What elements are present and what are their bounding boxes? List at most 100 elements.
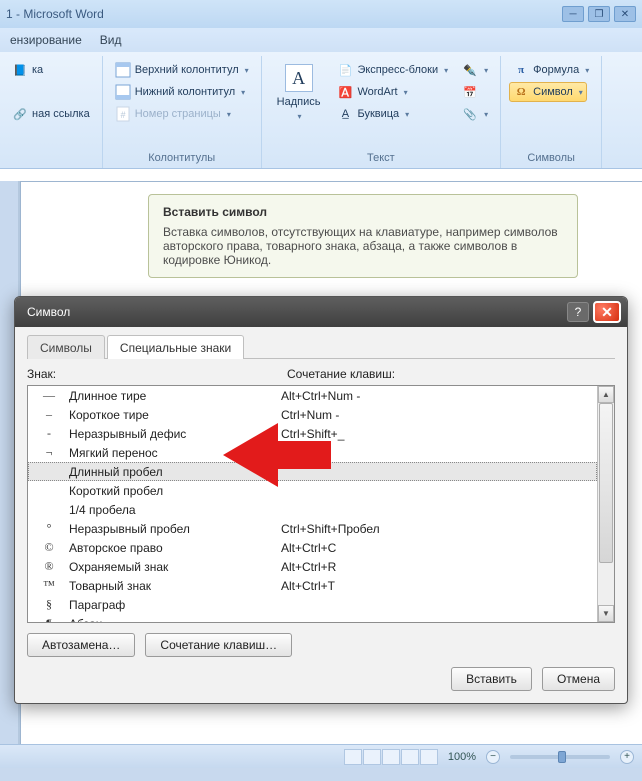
view-web-layout[interactable] [382, 749, 400, 765]
row-shortcut: Alt+Ctrl+R [281, 560, 596, 574]
list-row[interactable]: §Параграф [28, 595, 597, 614]
row-symbol: ° [29, 521, 69, 536]
scroll-up-button[interactable]: ▲ [598, 386, 614, 403]
row-shortcut: Alt+Ctrl+Num - [281, 389, 596, 403]
row-symbol: § [29, 597, 69, 612]
window-titlebar: 1 - Microsoft Word ─ ❐ ✕ [0, 0, 642, 28]
dialog-help-button[interactable]: ? [567, 302, 589, 322]
tab-special-chars[interactable]: Специальные знаки [107, 335, 244, 359]
ribbon-btn-textbox[interactable]: A Надпись ▾ [270, 60, 328, 125]
chevron-down-icon: ▾ [484, 110, 488, 119]
ribbon-tab-review[interactable]: ензирование [10, 33, 82, 47]
autocorrect-button[interactable]: Автозамена… [27, 633, 135, 657]
ribbon-btn-crossref[interactable]: 🔗 ная ссылка [8, 104, 94, 124]
list-row[interactable]: ®Охраняемый знакAlt+Ctrl+R [28, 557, 597, 576]
ribbon-btn-footer[interactable]: Нижний колонтитул▾ [111, 82, 249, 102]
row-name: Охраняемый знак [69, 560, 281, 574]
chevron-down-icon: ▾ [444, 66, 448, 75]
cancel-button[interactable]: Отмена [542, 667, 615, 691]
chevron-down-icon: ▾ [404, 88, 408, 97]
dialog-close-button[interactable]: ✕ [593, 301, 621, 323]
dialog-titlebar[interactable]: Символ ? ✕ [15, 297, 627, 327]
row-symbol: ® [29, 559, 69, 574]
bookmark-icon: 📘 [12, 62, 28, 78]
window-restore-button[interactable]: ❐ [588, 6, 610, 22]
row-name: Длинное тире [69, 389, 281, 403]
dialog-tabs: Символы Специальные знаки [27, 335, 615, 359]
row-name: Неразрывный дефис [69, 427, 281, 441]
list-row[interactable]: °Неразрывный пробелCtrl+Shift+Пробел [28, 519, 597, 538]
chevron-down-icon: ▾ [241, 88, 245, 97]
view-draft[interactable] [420, 749, 438, 765]
zoom-in-button[interactable]: + [620, 750, 634, 764]
row-name: Параграф [69, 598, 281, 612]
ribbon-group-label: Колонтитулы [148, 148, 215, 166]
header-char: Знак: [27, 367, 287, 381]
list-row[interactable]: ™Товарный знакAlt+Ctrl+T [28, 576, 597, 595]
row-shortcut: Alt+Ctrl+C [281, 541, 596, 555]
ribbon-btn-pagenumber[interactable]: # Номер страницы▾ [111, 104, 235, 124]
tooltip-title: Вставить символ [163, 205, 563, 219]
zoom-slider[interactable] [510, 755, 610, 759]
ribbon-btn-header[interactable]: Верхний колонтитул▾ [111, 60, 253, 80]
chevron-down-icon: ▾ [579, 88, 583, 97]
view-print-layout[interactable] [344, 749, 362, 765]
list-row[interactable]: ¶Абзац [28, 614, 597, 622]
chevron-down-icon: ▾ [227, 110, 231, 119]
list-row[interactable]: Короткий пробел [28, 481, 597, 500]
row-shortcut: Ctrl+- [281, 446, 596, 460]
row-symbol: — [29, 388, 69, 403]
chevron-down-icon: ▾ [245, 66, 249, 75]
chevron-down-icon: ▾ [405, 110, 409, 119]
row-symbol: © [29, 540, 69, 555]
ribbon: 📘 ка 🔗 ная ссылка Верхний колонтитул▾ Ни… [0, 52, 642, 169]
ribbon-btn-datetime[interactable]: 📅 [458, 82, 482, 102]
row-name: Мягкий перенос [69, 446, 281, 460]
datetime-icon: 📅 [462, 84, 478, 100]
ribbon-btn-equation[interactable]: π Формула▾ [509, 60, 593, 80]
ribbon-btn-signature[interactable]: ✒️▾ [458, 60, 492, 80]
svg-text:#: # [120, 110, 125, 120]
scroll-down-button[interactable]: ▼ [598, 605, 614, 622]
list-table[interactable]: —Длинное тиреAlt+Ctrl+Num -–Короткое тир… [28, 386, 597, 622]
ribbon-btn-wordart[interactable]: 🅰️ WordArt▾ [333, 82, 411, 102]
ribbon-btn-quickparts[interactable]: 📄 Экспресс-блоки▾ [333, 60, 452, 80]
list-row[interactable]: ©Авторское правоAlt+Ctrl+C [28, 538, 597, 557]
zoom-thumb[interactable] [558, 751, 566, 763]
tab-symbols[interactable]: Символы [27, 335, 105, 359]
ribbon-tabs: ензирование Вид [0, 28, 642, 52]
row-shortcut: Ctrl+Shift+_ [281, 427, 596, 441]
row-shortcut: Alt+Ctrl+T [281, 579, 596, 593]
shortcut-key-button[interactable]: Сочетание клавиш… [145, 633, 292, 657]
zoom-level[interactable]: 100% [448, 751, 476, 763]
textbox-icon: A [285, 64, 313, 92]
equation-icon: π [513, 62, 529, 78]
row-name: Длинный пробел [69, 465, 281, 479]
header-shortcut: Сочетание клавиш: [287, 367, 395, 381]
window-close-button[interactable]: ✕ [614, 6, 636, 22]
row-symbol: ™ [29, 578, 69, 593]
ribbon-btn-symbol[interactable]: Ω Символ▾ [509, 82, 587, 102]
list-row[interactable]: –Короткое тиреCtrl+Num - [28, 405, 597, 424]
list-row[interactable]: —Длинное тиреAlt+Ctrl+Num - [28, 386, 597, 405]
object-icon: 📎 [462, 106, 478, 122]
list-row[interactable]: ¬Мягкий переносCtrl+- [28, 443, 597, 462]
ribbon-btn-dropcap[interactable]: A̲ Буквица▾ [333, 104, 413, 124]
ribbon-btn-bookmark[interactable]: 📘 ка [8, 60, 47, 80]
insert-button[interactable]: Вставить [451, 667, 532, 691]
page-number-icon: # [115, 106, 131, 122]
view-buttons [344, 749, 438, 765]
scroll-thumb[interactable] [599, 403, 613, 563]
ribbon-btn-object[interactable]: 📎▾ [458, 104, 492, 124]
ribbon-group-links: 📘 ка 🔗 ная ссылка [0, 56, 103, 168]
view-outline[interactable] [401, 749, 419, 765]
ribbon-tab-view[interactable]: Вид [100, 33, 122, 47]
header-icon [115, 62, 131, 78]
view-full-screen[interactable] [363, 749, 381, 765]
zoom-out-button[interactable]: − [486, 750, 500, 764]
list-row[interactable]: 1/4 пробела [28, 500, 597, 519]
vertical-scrollbar[interactable]: ▲ ▼ [597, 386, 614, 622]
list-row[interactable]: -Неразрывный дефисCtrl+Shift+_ [28, 424, 597, 443]
list-row[interactable]: Длинный пробел [28, 462, 597, 481]
window-minimize-button[interactable]: ─ [562, 6, 584, 22]
